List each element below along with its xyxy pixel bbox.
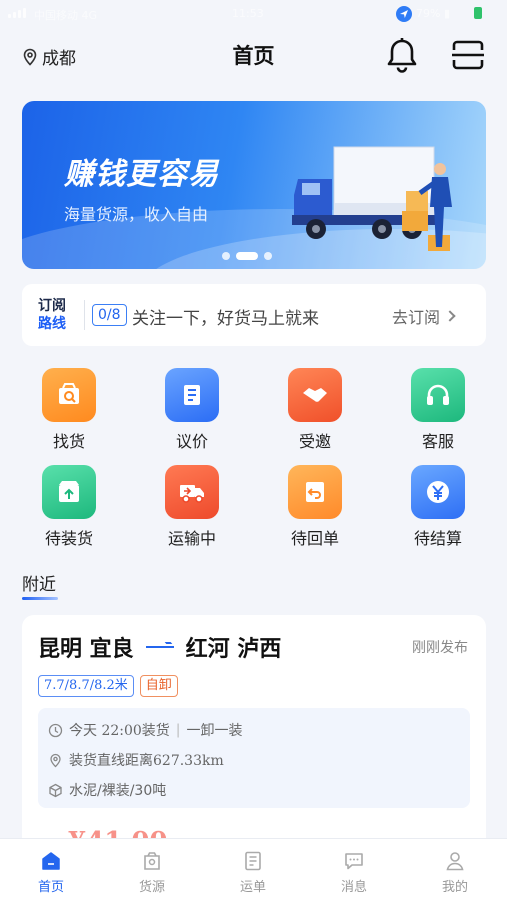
action-invited[interactable]: 受邀 — [275, 368, 355, 452]
location-pin-icon — [50, 753, 61, 767]
clock-icon — [48, 723, 63, 737]
notification-bell-icon[interactable] — [384, 36, 420, 74]
subscribe-route-logo: 订阅 路线 — [38, 297, 74, 333]
action-label: 找货 — [52, 432, 85, 451]
find-cargo-icon — [42, 368, 96, 422]
package-icon — [49, 783, 62, 797]
subscribe-logo-line1: 订阅 — [38, 298, 66, 314]
vehicle-length-tag: 7.7/8.7/8.2米 — [38, 675, 134, 697]
action-label: 运输中 — [167, 529, 216, 548]
tab-label: 首页 — [37, 880, 64, 895]
subscribe-route-bar[interactable]: 订阅 路线 0/8 关注一下，好货马上就来 去订阅 — [22, 284, 486, 346]
profile-icon — [446, 852, 464, 871]
goods-description: 水泥/裸装/30吨 — [69, 783, 167, 799]
top-header: 成都 首页 — [0, 30, 507, 80]
load-type: 一卸一装 — [186, 723, 243, 739]
goods-row: 水泥/裸装/30吨 — [48, 780, 166, 800]
action-bargain[interactable]: 议价 — [152, 368, 232, 452]
subscribe-prompt: 关注一下，好货马上就来 — [132, 309, 319, 329]
cargo-info-panel: 今天 22:00装货 | 一卸一装 装货直线距离627.33km 水泥/裸装/3… — [38, 708, 470, 808]
cargo-tags: 7.7/8.7/8.2米 自卸 — [38, 675, 178, 697]
divider — [84, 300, 85, 330]
nearby-section-title: 附近 — [22, 575, 56, 595]
banner-title: 赚钱更容易 — [64, 157, 219, 192]
tab-label: 我的 — [441, 880, 468, 895]
cargo-source-icon — [144, 852, 160, 870]
truck-illustration — [292, 146, 452, 251]
page-title: 首页 — [232, 44, 275, 68]
waybill-icon — [245, 851, 261, 871]
tab-messages[interactable]: 消息 — [314, 849, 394, 895]
action-pending-receipt[interactable]: 待回单 — [275, 465, 355, 549]
unload-tag: 自卸 — [139, 675, 178, 697]
banner-pagination — [222, 252, 272, 260]
promo-banner[interactable]: 赚钱更容易 海量货源，收入自由 — [22, 101, 486, 269]
go-subscribe-label: 去订阅 — [392, 308, 441, 327]
action-label: 待结算 — [413, 529, 462, 548]
load-time: 今天 22:00装货 — [69, 723, 170, 739]
action-in-transit[interactable]: 运输中 — [152, 465, 232, 549]
headset-icon — [411, 368, 465, 422]
tab-label: 运单 — [239, 880, 266, 895]
carrier-label: 中国移动 4G — [34, 9, 98, 22]
message-icon — [345, 853, 363, 870]
location-arrow-icon — [396, 6, 412, 22]
action-pending-load[interactable]: 待装货 — [29, 465, 109, 549]
tab-home[interactable]: 首页 — [11, 849, 91, 895]
banner-subtitle: 海量货源，收入自由 — [64, 205, 209, 224]
route-destination: 红河 泸西 — [185, 637, 282, 662]
action-label: 待装货 — [44, 529, 93, 548]
subscription-count-badge: 0/8 — [92, 304, 127, 326]
receipt-icon — [288, 465, 342, 519]
battery-icon — [474, 7, 482, 19]
banner-dot-active[interactable] — [236, 252, 258, 260]
subscribe-logo-line2: 路线 — [38, 316, 66, 332]
chevron-right-icon — [444, 310, 456, 322]
home-icon — [42, 852, 60, 870]
battery-label: 79% ▮ — [416, 7, 450, 20]
action-pending-settlement[interactable]: 待结算 — [398, 465, 478, 549]
clock: 11:53 — [232, 7, 264, 20]
cargo-card[interactable]: 昆明 宜良 红河 泸西 刚刚发布 7.7/8.7/8.2米 自卸 今天 22:0… — [22, 615, 486, 855]
tab-profile[interactable]: 我的 — [415, 849, 495, 895]
bargain-icon — [165, 368, 219, 422]
load-time-row: 今天 22:00装货 | 一卸一装 — [48, 720, 243, 740]
route: 昆明 宜良 红河 泸西 — [38, 631, 281, 663]
banner-dot[interactable] — [222, 252, 230, 260]
scan-icon[interactable] — [450, 38, 486, 72]
tab-waybill[interactable]: 运单 — [213, 849, 293, 895]
action-find-cargo[interactable]: 找货 — [29, 368, 109, 452]
action-label: 议价 — [175, 432, 208, 451]
handshake-icon — [288, 368, 342, 422]
section-underline — [22, 597, 58, 600]
status-bar: 中国移动 4G 11:53 79% ▮ — [0, 0, 507, 30]
go-subscribe-link[interactable]: 去订阅 — [392, 304, 456, 328]
tab-label: 消息 — [340, 880, 367, 895]
distance-row: 装货直线距离627.33km — [48, 750, 224, 770]
tab-label: 货源 — [138, 880, 165, 895]
load-distance: 装货直线距离627.33km — [69, 753, 224, 769]
posted-time: 刚刚发布 — [412, 640, 468, 656]
action-label: 待回单 — [290, 529, 339, 548]
tab-cargo-source[interactable]: 货源 — [112, 849, 192, 895]
route-arrow-icon — [145, 642, 174, 652]
banner-dot[interactable] — [264, 252, 272, 260]
signal-icon — [8, 8, 26, 18]
box-upload-icon — [42, 465, 96, 519]
bottom-tab-bar: 首页 货源 运单 消息 我的 — [0, 838, 507, 900]
action-customer-service[interactable]: 客服 — [398, 368, 478, 452]
route-origin: 昆明 宜良 — [38, 637, 134, 662]
yuan-icon — [411, 465, 465, 519]
action-label: 客服 — [421, 432, 454, 451]
truck-icon — [165, 465, 219, 519]
action-label: 受邀 — [298, 432, 331, 451]
